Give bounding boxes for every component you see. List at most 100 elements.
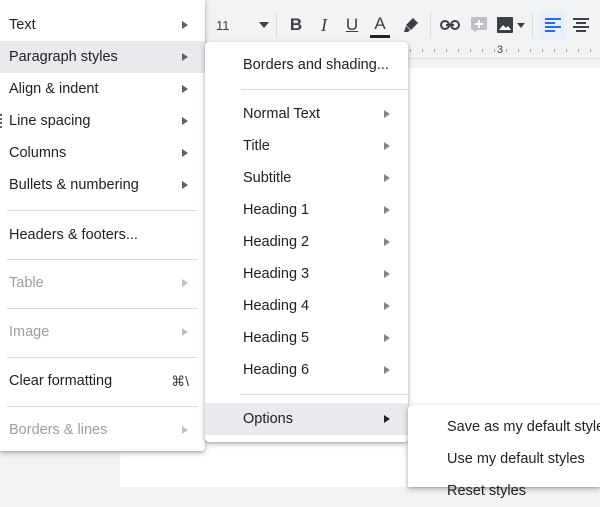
font-size-value: 11 (216, 17, 230, 33)
menu-item-heading-5[interactable]: Heading 5 (205, 322, 408, 354)
menu-item-options[interactable]: Options (205, 403, 408, 435)
menu-item-borders-shading[interactable]: Borders and shading... (205, 49, 408, 81)
font-size-dropdown[interactable]: 11 (216, 14, 244, 36)
chevron-right-icon (384, 366, 390, 374)
menu-divider (7, 210, 198, 211)
menu-item-columns[interactable]: Columns (0, 137, 205, 169)
menu-divider (241, 89, 408, 90)
chevron-right-icon (384, 415, 390, 423)
chevron-right-icon (384, 270, 390, 278)
menu-item-label: Borders & lines (9, 422, 108, 438)
menu-item-label: Line spacing (9, 113, 91, 129)
italic-button[interactable]: I (314, 14, 334, 36)
menu-item-label: Use my default styles (447, 451, 585, 467)
menu-item-label: Text (9, 17, 36, 33)
text-color-button[interactable]: A (368, 12, 392, 40)
text-color-icon: A (374, 14, 386, 33)
menu-item-label: Heading 3 (243, 266, 310, 282)
chevron-right-icon (384, 142, 390, 150)
menu-item-bullets-numbering[interactable]: Bullets & numbering (0, 169, 205, 201)
add-comment-icon[interactable] (468, 14, 490, 36)
menu-item-clear-formatting[interactable]: Clear formatting ⌘\ (0, 365, 205, 397)
menu-item-label: Save as my default styles (447, 419, 600, 435)
italic-icon: I (321, 14, 327, 35)
chevron-right-icon (384, 206, 390, 214)
menu-item-borders-lines: Borders & lines (0, 414, 205, 446)
underline-button[interactable]: U (342, 14, 362, 36)
menu-item-label: Clear formatting (9, 373, 113, 389)
toolbar-divider (430, 12, 431, 38)
menu-item-normal-text[interactable]: Normal Text (205, 98, 408, 130)
menu-item-paragraph-styles[interactable]: Paragraph styles (0, 41, 205, 73)
menu-item-label: Align & indent (9, 81, 99, 97)
menu-item-headers-footers[interactable]: Headers & footers... (0, 219, 205, 251)
menu-item-subtitle[interactable]: Subtitle (205, 162, 408, 194)
align-left-icon[interactable] (539, 11, 567, 39)
text-color-swatch (370, 35, 390, 38)
menu-item-table: Table (0, 267, 205, 299)
menu-item-label: Heading 6 (243, 362, 310, 378)
image-icon[interactable] (494, 14, 516, 36)
keyboard-shortcut: ⌘\ (171, 372, 189, 389)
menu-item-heading-6[interactable]: Heading 6 (205, 354, 408, 386)
chevron-right-icon (182, 117, 188, 125)
menu-item-label: Heading 2 (243, 234, 310, 250)
menu-divider (7, 308, 198, 309)
toolbar-divider (276, 12, 277, 38)
chevron-right-icon (182, 181, 188, 189)
link-icon[interactable] (439, 14, 461, 36)
chevron-down-icon[interactable] (258, 19, 270, 31)
menu-item-label: Headers & footers... (9, 227, 138, 243)
menu-item-reset-styles[interactable]: Reset styles (408, 475, 600, 507)
menu-item-line-spacing[interactable]: Line spacing (0, 105, 205, 137)
options-menu: Save as my default styles Use my default… (408, 405, 600, 499)
menu-item-label: Columns (9, 145, 67, 161)
chevron-right-icon (384, 302, 390, 310)
ruler-ticks (410, 49, 600, 52)
highlighter-icon[interactable] (400, 14, 422, 36)
menu-item-text[interactable]: Text (0, 9, 205, 41)
underline-icon: U (345, 15, 359, 34)
menu-item-image: Image (0, 316, 205, 348)
menu-item-align-indent[interactable]: Align & indent (0, 73, 205, 105)
menu-item-label: Options (243, 411, 293, 427)
chevron-right-icon (182, 149, 188, 157)
menu-item-heading-1[interactable]: Heading 1 (205, 194, 408, 226)
chevron-right-icon (182, 279, 188, 287)
menu-divider (7, 406, 198, 407)
align-center-icon[interactable] (570, 14, 592, 36)
menu-item-label: Heading 4 (243, 298, 310, 314)
chevron-right-icon (384, 174, 390, 182)
chevron-right-icon (384, 334, 390, 342)
chevron-right-icon (384, 238, 390, 246)
chevron-right-icon (384, 110, 390, 118)
menu-divider (241, 394, 408, 395)
menu-item-label: Image (9, 324, 50, 340)
menu-divider (7, 259, 198, 260)
menu-item-label: Heading 5 (243, 330, 310, 346)
menu-item-label: Title (243, 138, 270, 154)
bold-button[interactable]: B (286, 14, 306, 36)
menu-item-label: Table (9, 275, 44, 291)
chevron-right-icon (182, 53, 188, 61)
menu-item-label: Bullets & numbering (9, 177, 139, 193)
chevron-right-icon (182, 328, 188, 336)
menu-item-save-default-styles[interactable]: Save as my default styles (408, 411, 600, 443)
menu-item-label: Borders and shading... (243, 57, 389, 73)
toolbar-divider (532, 12, 533, 38)
menu-item-use-default-styles[interactable]: Use my default styles (408, 443, 600, 475)
menu-item-heading-4[interactable]: Heading 4 (205, 290, 408, 322)
drag-handle-icon (0, 114, 2, 128)
bold-icon: B (289, 15, 303, 34)
menu-item-label: Subtitle (243, 170, 292, 186)
format-menu: Text Paragraph styles Align & indent Lin… (0, 0, 205, 451)
menu-item-label: Normal Text (243, 106, 321, 122)
paragraph-styles-menu: Borders and shading... Normal Text Title… (205, 42, 408, 442)
menu-item-label: Paragraph styles (9, 49, 118, 65)
menu-item-heading-2[interactable]: Heading 2 (205, 226, 408, 258)
menu-item-heading-3[interactable]: Heading 3 (205, 258, 408, 290)
menu-item-label: Reset styles (447, 483, 526, 499)
chevron-right-icon (182, 21, 188, 29)
menu-item-title[interactable]: Title (205, 130, 408, 162)
chevron-down-icon[interactable] (516, 19, 526, 31)
